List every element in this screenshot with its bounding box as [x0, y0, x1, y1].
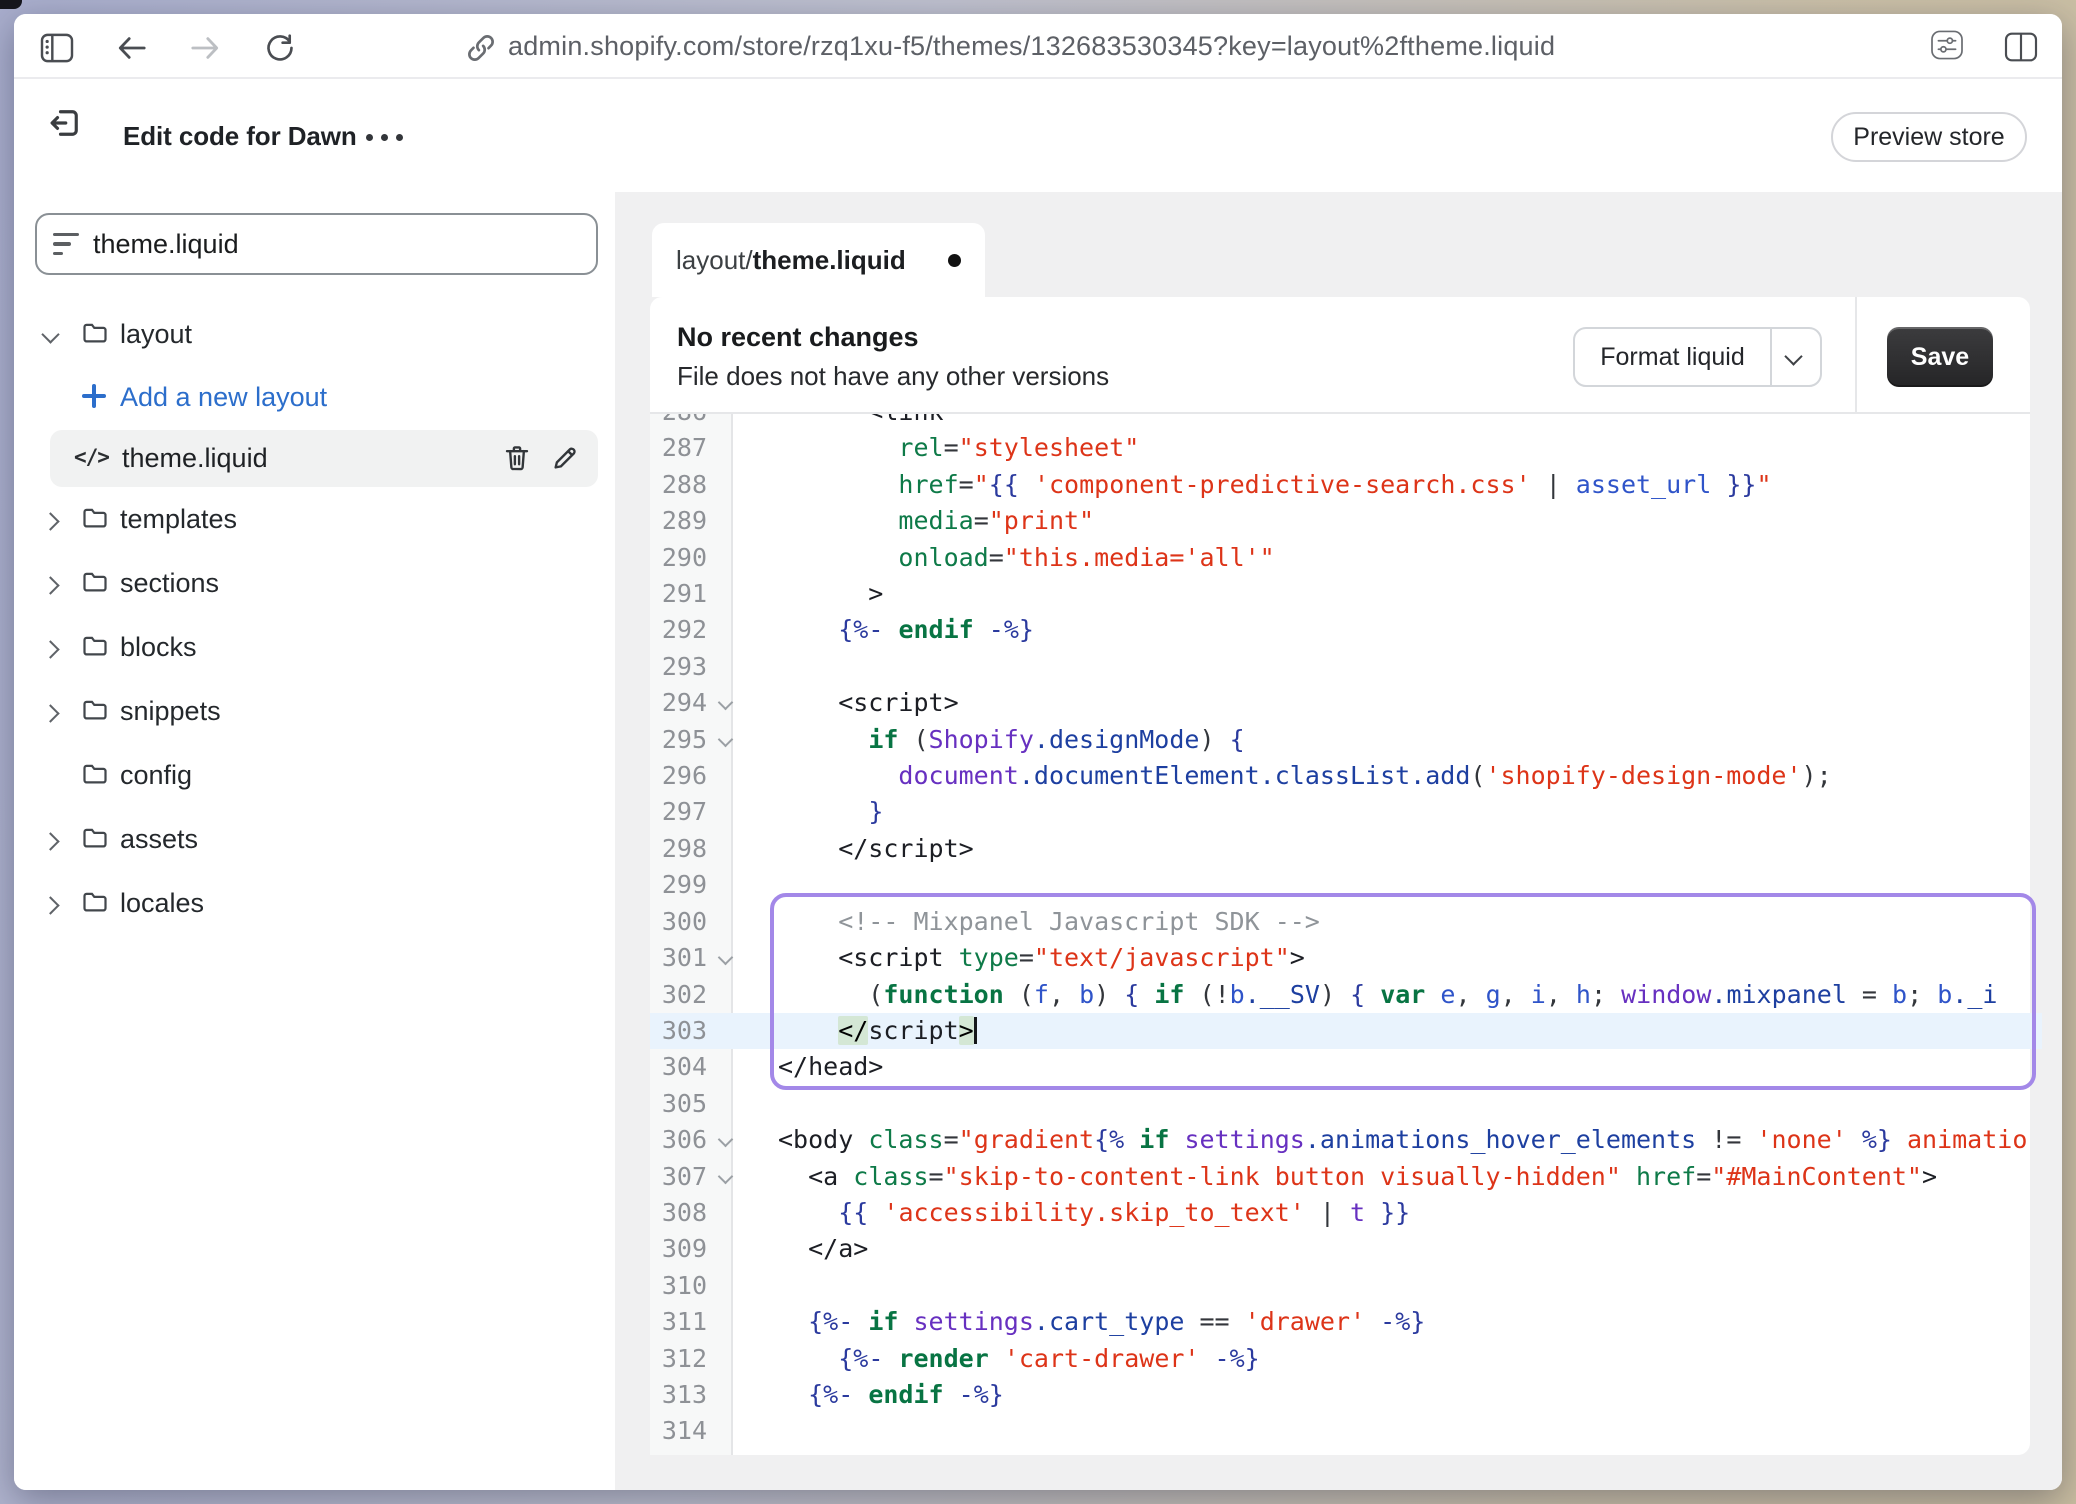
code-line[interactable]: 307 <a class="skip-to-content-link butto… [650, 1159, 2042, 1195]
fold-chevron-icon[interactable] [720, 1134, 731, 1145]
tab-file: theme.liquid [753, 245, 906, 275]
folder-icon [80, 760, 110, 788]
code-line[interactable]: 308 {{ 'accessibility.skip_to_text' | t … [650, 1195, 2042, 1231]
sidebar-toggle-icon[interactable] [40, 33, 74, 63]
code-line[interactable]: 299 [650, 867, 2042, 903]
code-line[interactable]: 304</head> [650, 1049, 2042, 1085]
edit-icon[interactable] [550, 443, 580, 473]
plus-icon [80, 382, 108, 410]
folder-icon [80, 824, 110, 852]
code-line[interactable]: 295 if (Shopify.designMode) { [650, 722, 2042, 758]
file-search-input[interactable]: theme.liquid [35, 213, 598, 275]
more-menu-button[interactable] [366, 134, 403, 141]
code-line[interactable]: 291 > [650, 576, 2042, 612]
code-line[interactable]: 311 {%- if settings.cart_type == 'drawer… [650, 1304, 2042, 1340]
unsaved-dot [948, 254, 961, 267]
save-button[interactable]: Save [1887, 327, 1993, 387]
split-view-icon[interactable] [2004, 32, 2038, 62]
app-header: Edit code for Dawn Preview store [14, 81, 2062, 192]
desktop-corner [0, 0, 22, 9]
code-line[interactable]: 289 media="print" [650, 503, 2042, 539]
text-cursor [974, 1017, 977, 1044]
folder-icon [80, 504, 110, 532]
code-line[interactable]: 310 [650, 1268, 2042, 1304]
delete-icon[interactable] [502, 443, 532, 473]
browser-window: admin.shopify.com/store/rzq1xu-f5/themes… [14, 14, 2062, 1490]
code-line[interactable]: 306<body class="gradient{% if settings.a… [650, 1122, 2042, 1158]
sidebar-folder-locales[interactable]: locales [14, 871, 615, 935]
fold-chevron-icon[interactable] [720, 1171, 731, 1182]
file-sidebar: theme.liquid layout Add a new layout </>… [14, 192, 615, 1490]
fold-chevron-icon[interactable] [720, 734, 731, 745]
code-line[interactable]: 301 <script type="text/javascript"> [650, 940, 2042, 976]
folder-icon [80, 632, 110, 660]
code-line[interactable]: 298 </script> [650, 831, 2042, 867]
code-line[interactable]: 290 onload="this.media='all'" [650, 540, 2042, 576]
sidebar-folder-snippets[interactable]: snippets [14, 679, 615, 743]
sidebar-folder-templates[interactable]: templates [14, 487, 615, 551]
filter-icon [53, 233, 79, 256]
chevron-right-icon[interactable] [44, 577, 56, 589]
code-line[interactable]: 300 <!-- Mixpanel Javascript SDK --> [650, 904, 2042, 940]
folder-icon [80, 319, 110, 347]
reader-settings-icon[interactable] [1930, 30, 1964, 60]
code-line[interactable]: 305 [650, 1086, 2042, 1122]
format-liquid-button[interactable]: Format liquid [1573, 327, 1822, 387]
code-line[interactable]: 303 </script> [650, 1013, 2042, 1049]
sidebar-folder-assets[interactable]: assets [14, 807, 615, 871]
url-bar[interactable]: admin.shopify.com/store/rzq1xu-f5/themes… [508, 14, 1555, 79]
code-file-icon: </> [74, 445, 109, 469]
editor-card: No recent changes File does not have any… [650, 297, 2030, 1455]
code-line[interactable]: 309 </a> [650, 1231, 2042, 1267]
reload-icon[interactable] [263, 33, 297, 63]
chevron-right-icon[interactable] [44, 705, 56, 717]
chevron-right-icon[interactable] [44, 513, 56, 525]
sidebar-file-theme-liquid[interactable]: </> theme.liquid [50, 430, 598, 487]
back-icon[interactable] [115, 33, 149, 63]
code-line[interactable]: 313 {%- endif -%} [650, 1377, 2042, 1413]
forward-icon[interactable] [188, 33, 222, 63]
folder-icon [80, 696, 110, 724]
sidebar-folder-layout[interactable]: layout [14, 302, 615, 366]
code-line[interactable]: 312 {%- render 'cart-drawer' -%} [650, 1341, 2042, 1377]
chevron-right-icon[interactable] [44, 897, 56, 909]
sidebar-folder-sections[interactable]: sections [14, 551, 615, 615]
code-line[interactable]: 287 rel="stylesheet" [650, 430, 2042, 466]
add-new-layout-button[interactable]: Add a new layout [14, 366, 615, 428]
chevron-down-icon[interactable] [1787, 350, 1799, 362]
exit-icon[interactable] [47, 105, 83, 141]
chevron-right-icon[interactable] [44, 833, 56, 845]
folder-icon [80, 568, 110, 596]
chevron-right-icon[interactable] [44, 641, 56, 653]
code-line[interactable]: 315 {%- if settings.cart_type == 'notifi… [650, 1450, 2042, 1455]
code-line[interactable]: 297 } [650, 794, 2042, 830]
editor-pane: layout/theme.liquid No recent changes Fi… [615, 192, 2062, 1490]
link-icon [464, 31, 498, 65]
browser-toolbar: admin.shopify.com/store/rzq1xu-f5/themes… [14, 14, 2062, 79]
sidebar-folder-blocks[interactable]: blocks [14, 615, 615, 679]
status-title: No recent changes [677, 322, 919, 353]
sidebar-folder-config[interactable]: config [14, 743, 615, 807]
code-line[interactable]: 294 <script> [650, 685, 2042, 721]
status-subtitle: File does not have any other versions [677, 361, 1109, 392]
tab-path: layout/ [676, 245, 753, 275]
fold-chevron-icon[interactable] [720, 952, 731, 963]
fold-chevron-icon[interactable] [720, 697, 731, 708]
code-line[interactable]: 314 [650, 1413, 2042, 1449]
preview-store-button[interactable]: Preview store [1831, 112, 2027, 162]
code-line[interactable]: 296 document.documentElement.classList.a… [650, 758, 2042, 794]
code-lines: 286 <link287 rel="stylesheet"288 href="{… [650, 414, 2042, 1455]
search-value: theme.liquid [93, 229, 239, 260]
folder-icon [80, 888, 110, 916]
code-line[interactable]: 293 [650, 649, 2042, 685]
code-line[interactable]: 292 {%- endif -%} [650, 612, 2042, 648]
code-line[interactable]: 286 <link [650, 414, 2042, 430]
page-title: Edit code for Dawn [123, 81, 357, 192]
tab-theme-liquid[interactable]: layout/theme.liquid [652, 223, 985, 297]
chevron-down-icon[interactable] [44, 328, 56, 340]
code-line[interactable]: 288 href="{{ 'component-predictive-searc… [650, 467, 2042, 503]
code-editor[interactable]: 286 <link287 rel="stylesheet"288 href="{… [650, 414, 2042, 1455]
code-line[interactable]: 302 (function (f, b) { if (!b.__SV) { va… [650, 977, 2042, 1013]
